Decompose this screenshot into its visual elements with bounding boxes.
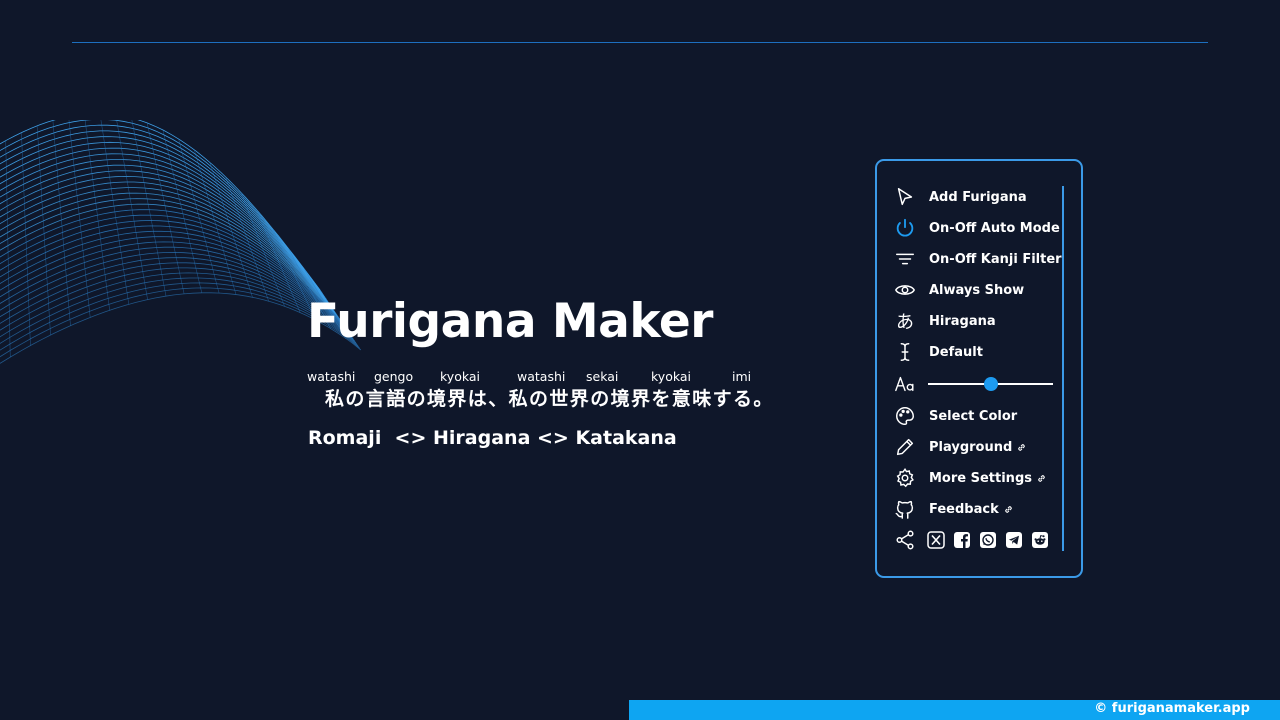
wave-line [68, 120, 91, 318]
cursor-icon [893, 185, 917, 209]
facebook-icon[interactable] [953, 531, 971, 549]
wave-line [0, 230, 347, 329]
more-settings-link[interactable]: More Settings [893, 465, 1047, 491]
wave-line [52, 120, 71, 326]
external-link-icon [1004, 505, 1012, 513]
share-row [893, 527, 917, 553]
share-icon [893, 528, 917, 552]
furigana-example: watashi gengo kyokai watashi sekai kyoka… [307, 369, 867, 413]
script-selector[interactable]: あ Hiragana [893, 308, 996, 334]
menu-label: On-Off Auto Mode [929, 220, 1060, 236]
wave-mesh-illustration [0, 120, 361, 364]
reddit-icon[interactable] [1031, 531, 1049, 549]
wave-line [36, 125, 51, 336]
select-color-button[interactable]: Select Color [893, 403, 1017, 429]
feedback-link[interactable]: Feedback [893, 496, 1014, 522]
script-modes: Romaji <> Hiragana <> Katakana [308, 427, 677, 449]
gear-icon [893, 466, 917, 490]
pencil-icon [893, 435, 917, 459]
font-size-icon [893, 372, 917, 396]
share-buttons [927, 531, 1049, 549]
github-icon [893, 497, 917, 521]
hiragana-a-icon: あ [896, 312, 914, 333]
menu-label: More Settings [929, 470, 1032, 486]
palette-icon [893, 404, 917, 428]
auto-mode-toggle[interactable]: On-Off Auto Mode [893, 215, 1060, 241]
kanji-filter-toggle[interactable]: On-Off Kanji Filter [893, 246, 1062, 272]
filter-icon [893, 247, 917, 271]
top-divider [72, 42, 1208, 43]
telegram-icon[interactable] [1005, 531, 1023, 549]
wave-line [131, 120, 167, 297]
eye-icon [893, 278, 917, 302]
scrollbar[interactable] [1062, 186, 1064, 551]
font-size-row [893, 371, 917, 397]
ruby-reading: kyokai [440, 369, 480, 384]
font-style-selector[interactable]: Default [893, 339, 983, 365]
copyright-text: © furiganamaker.app [1094, 701, 1250, 716]
playground-link[interactable]: Playground [893, 434, 1027, 460]
add-furigana-button[interactable]: Add Furigana [893, 184, 1027, 210]
font-size-slider[interactable] [928, 377, 1053, 391]
footer-bar: © furiganamaker.app [629, 700, 1280, 720]
text-cursor-icon [893, 340, 917, 364]
power-icon [893, 216, 917, 240]
menu-label: Always Show [929, 282, 1025, 298]
menu-label: Add Furigana [929, 189, 1027, 205]
slider-thumb[interactable] [983, 377, 998, 391]
whatsapp-icon[interactable] [979, 531, 997, 549]
menu-label: On-Off Kanji Filter [929, 251, 1062, 267]
ruby-reading: imi [732, 369, 752, 384]
ruby-reading: kyokai [651, 369, 691, 384]
x-icon[interactable] [927, 531, 945, 549]
always-show-toggle[interactable]: Always Show [893, 277, 1024, 303]
wave-line [5, 140, 11, 358]
menu-label: Feedback [929, 501, 999, 517]
external-link-icon [1018, 443, 1026, 451]
menu-label: Hiragana [929, 313, 996, 329]
wave-line [21, 132, 31, 346]
menu-label: Playground [929, 439, 1013, 455]
ruby-reading: watashi [517, 369, 566, 384]
ruby-reading: sekai [586, 369, 619, 384]
japanese-sentence: 私の言語の境界は、私の世界の境界を意味する。 [325, 388, 774, 410]
extension-popup: Add Furigana On-Off Auto Mode On-Off Kan… [875, 159, 1083, 578]
menu-label: Select Color [929, 408, 1018, 424]
menu-label: Default [929, 344, 983, 360]
wave-line [0, 241, 349, 333]
external-link-icon [1038, 474, 1045, 482]
ruby-reading: gengo [374, 369, 414, 384]
page-title: Furigana Maker [307, 294, 713, 349]
ruby-reading: watashi [307, 369, 356, 384]
